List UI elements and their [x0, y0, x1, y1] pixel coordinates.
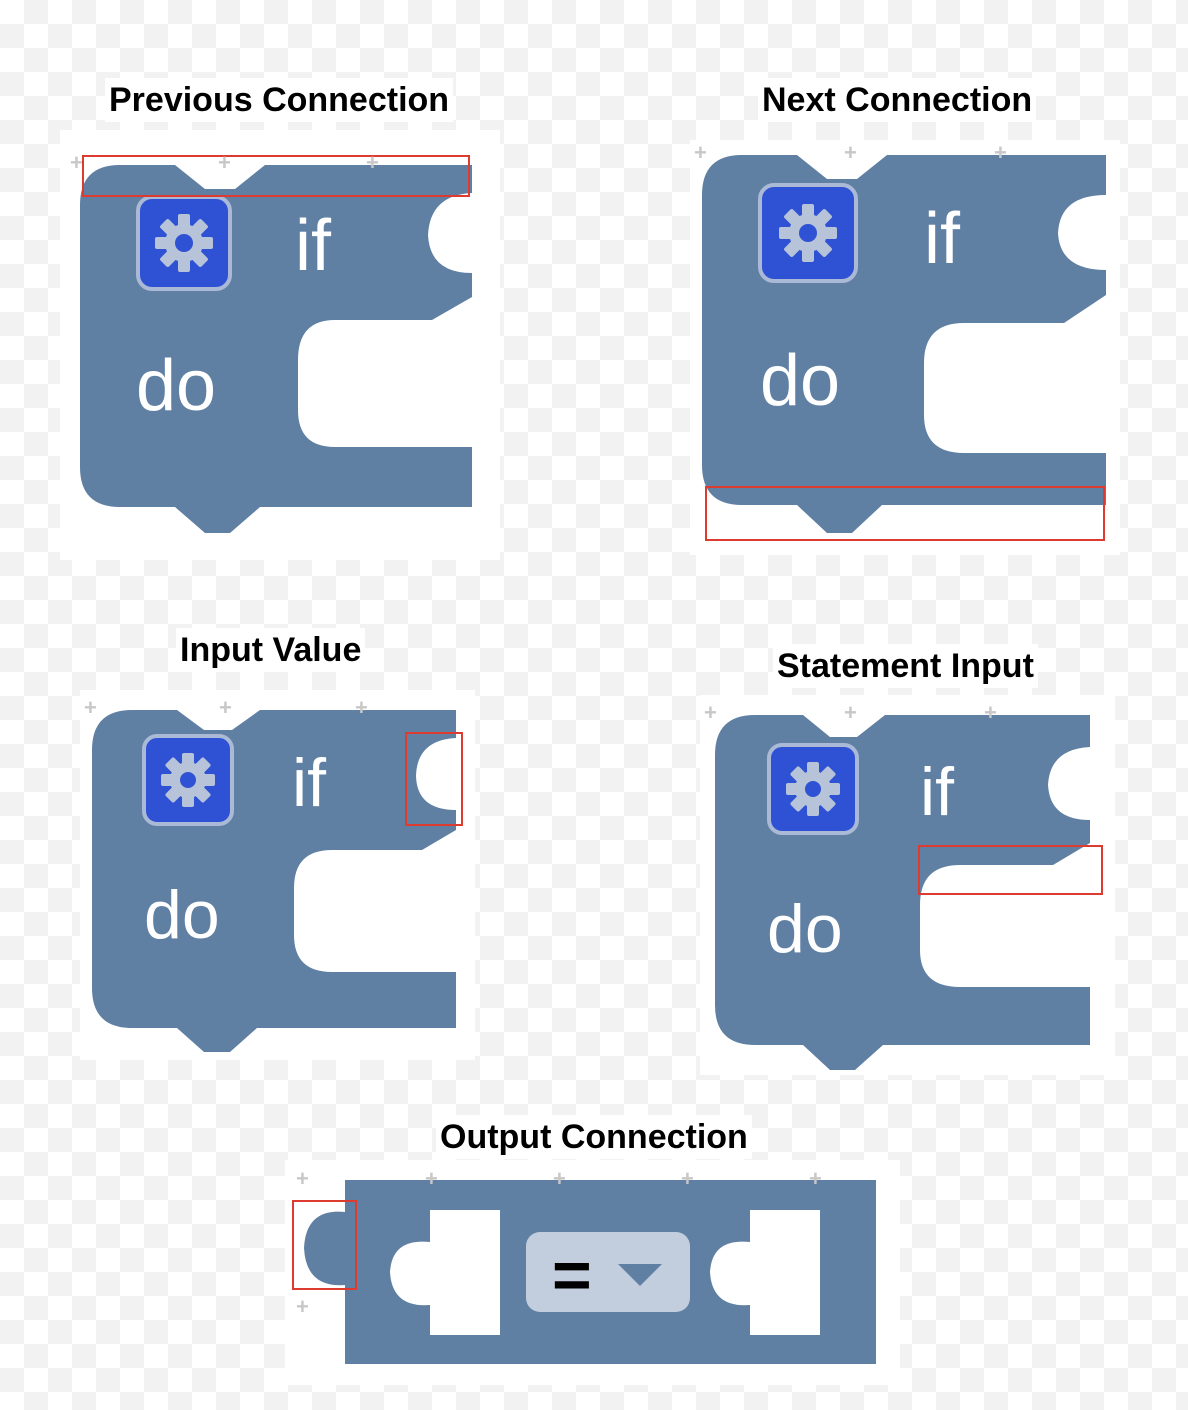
grid-cross: +: [219, 695, 232, 720]
grid-cross: +: [694, 140, 707, 165]
grid-cross: +: [844, 140, 857, 165]
gear-icon: [155, 214, 213, 272]
grid-cross: +: [704, 700, 717, 725]
if-label: if: [924, 199, 961, 279]
operator-dropdown[interactable]: [526, 1232, 690, 1312]
grid-cross: +: [681, 1166, 694, 1191]
highlight-next-connection: [705, 486, 1105, 541]
grid-cross: +: [809, 1166, 822, 1191]
grid-cross: +: [355, 695, 368, 720]
grid-cross: +: [296, 1166, 309, 1191]
title-previous-connection: Previous Connection: [105, 78, 454, 122]
gear-icon: [161, 753, 215, 807]
grid-cross: +: [984, 700, 997, 725]
operator-label: =: [552, 1237, 592, 1313]
if-do-block[interactable]: if do: [80, 165, 480, 535]
do-label: do: [760, 341, 840, 421]
title-next-connection: Next Connection: [758, 78, 1037, 122]
grid-cross: +: [553, 1166, 566, 1191]
grid-cross: +: [84, 695, 97, 720]
grid-cross: +: [366, 150, 379, 175]
if-label: if: [295, 206, 332, 286]
do-label: do: [136, 346, 216, 426]
title-output-connection: Output Connection: [436, 1115, 752, 1159]
grid-cross: +: [425, 1166, 438, 1191]
do-label: do: [144, 877, 220, 953]
highlight-input-value: [405, 732, 463, 826]
grid-cross: +: [70, 150, 83, 175]
comparison-block[interactable]: =: [300, 1180, 880, 1370]
highlight-statement-input: [918, 845, 1103, 895]
highlight-previous-connection: [82, 155, 470, 197]
title-statement-input: Statement Input: [773, 644, 1038, 688]
gear-icon: [786, 762, 840, 816]
title-input-value: Input Value: [176, 628, 366, 672]
if-do-block[interactable]: if do: [702, 155, 1112, 535]
grid-cross: +: [218, 150, 231, 175]
grid-cross: +: [296, 1294, 309, 1319]
if-label: if: [920, 754, 954, 830]
grid-cross: +: [844, 700, 857, 725]
gear-icon: [779, 204, 837, 262]
grid-cross: +: [994, 140, 1007, 165]
if-label: if: [292, 745, 326, 821]
do-label: do: [767, 891, 843, 967]
highlight-output-connection: [292, 1200, 357, 1290]
